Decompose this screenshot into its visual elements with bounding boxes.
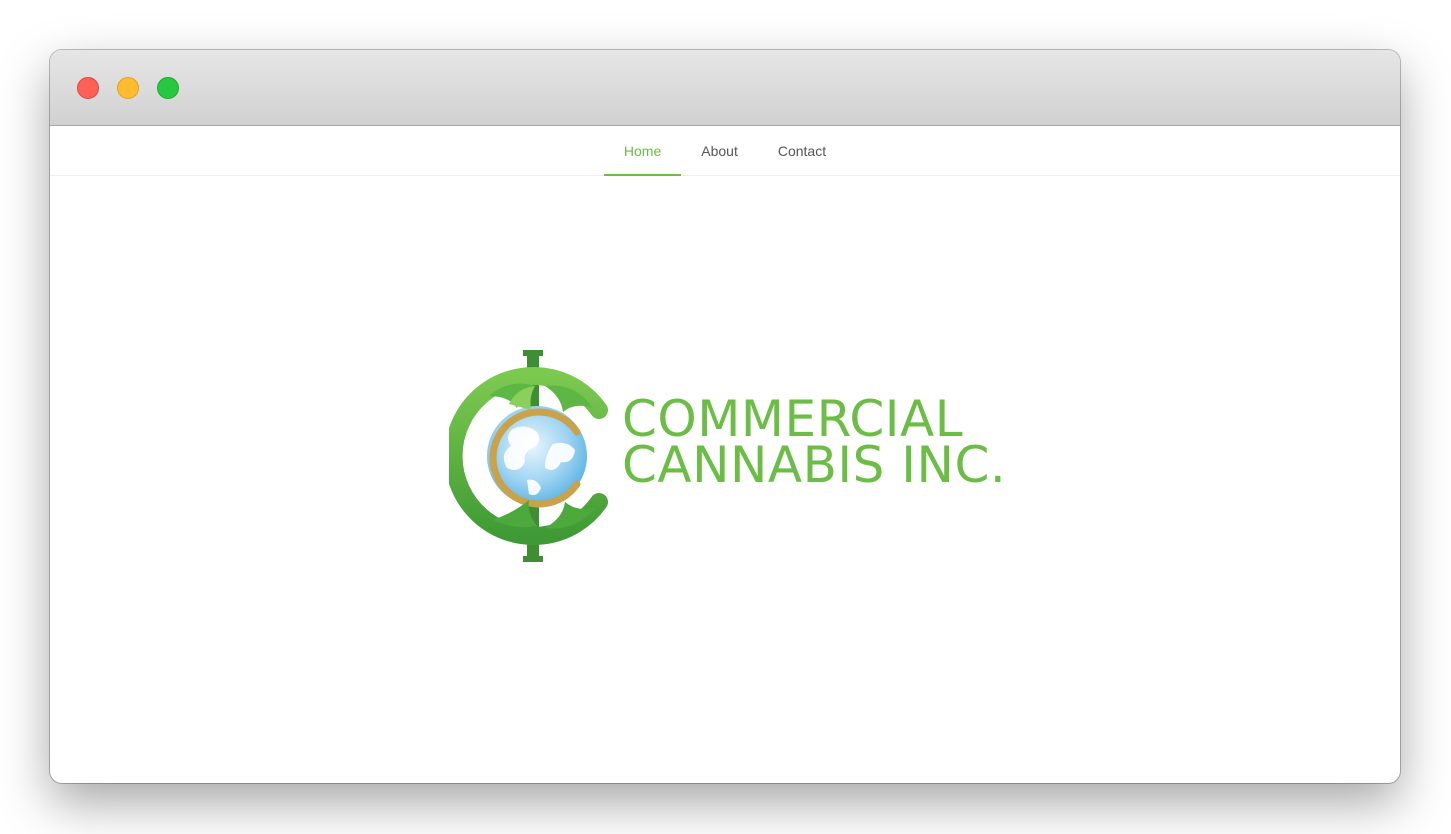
main-nav: Home About Contact (50, 126, 1400, 176)
nav-item-home[interactable]: Home (603, 126, 682, 176)
browser-window: Home About Contact COMMERCIAL CANNABIS I… (50, 50, 1400, 783)
close-window-button[interactable] (77, 77, 99, 99)
nav-item-contact[interactable]: Contact (758, 126, 846, 175)
logo-line-2: CANNABIS INC. (622, 436, 1007, 494)
nav-item-about[interactable]: About (681, 126, 758, 175)
globe-leaf-logo-icon (449, 350, 608, 562)
main-content: COMMERCIAL CANNABIS INC. (50, 176, 1400, 783)
title-bar (50, 50, 1400, 126)
logo-wordmark: COMMERCIAL CANNABIS INC. (622, 394, 1007, 494)
maximize-window-button[interactable] (157, 77, 179, 99)
company-logo: COMMERCIAL CANNABIS INC. (449, 350, 1009, 562)
minimize-window-button[interactable] (117, 77, 139, 99)
